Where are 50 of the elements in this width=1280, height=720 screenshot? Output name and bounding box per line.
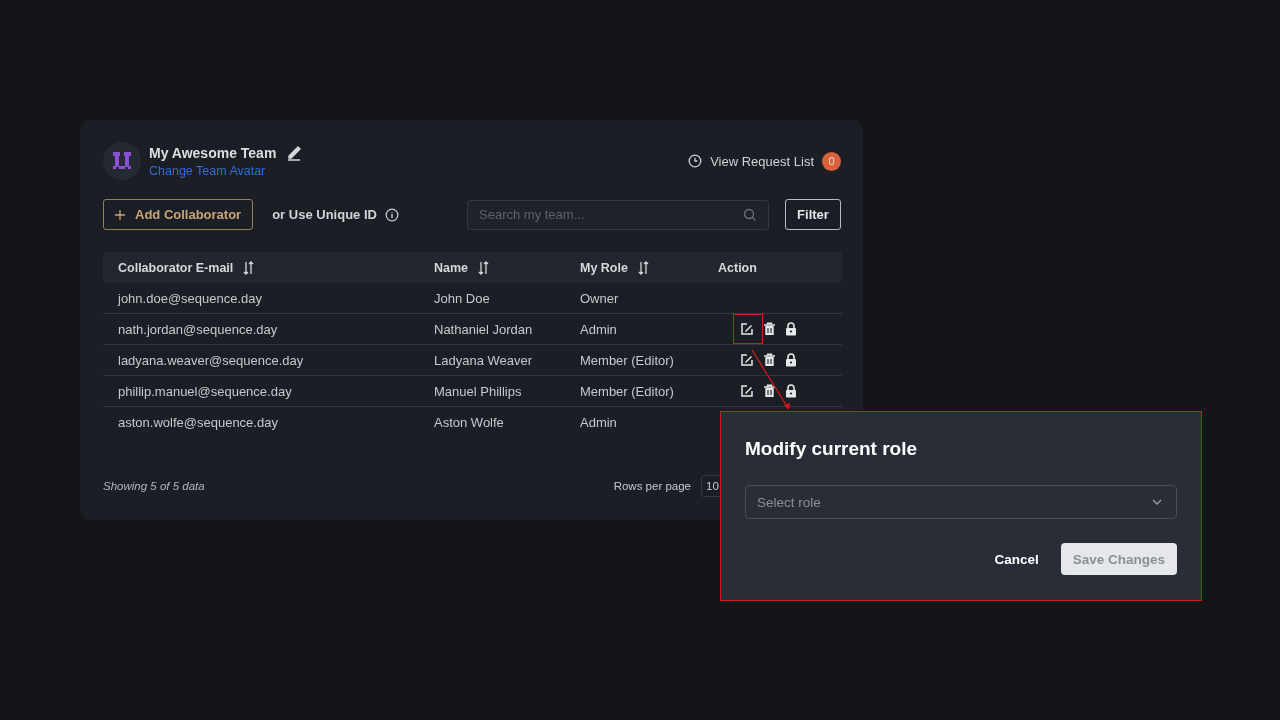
- lock-icon[interactable]: [785, 322, 797, 336]
- sort-icon[interactable]: [478, 260, 490, 275]
- edit-icon[interactable]: [740, 384, 754, 398]
- info-icon[interactable]: [384, 207, 399, 222]
- role-select[interactable]: Select role: [745, 485, 1177, 519]
- role-cell: Member (Editor): [580, 383, 674, 399]
- email-cell: ladyana.weaver@sequence.day: [118, 352, 304, 368]
- edit-icon[interactable]: [740, 322, 754, 336]
- team-avatar-icon[interactable]: [103, 142, 141, 180]
- column-header[interactable]: Name: [434, 260, 469, 275]
- plus-icon: [115, 209, 125, 220]
- view-request-list-link[interactable]: View Request List: [710, 153, 814, 169]
- name-cell: Nathaniel Jordan: [434, 321, 533, 337]
- email-cell: phillip.manuel@sequence.day: [118, 383, 292, 399]
- team-name: My Awesome Team: [149, 144, 277, 161]
- trash-icon[interactable]: [763, 384, 776, 398]
- lock-icon[interactable]: [785, 384, 797, 398]
- role-cell: Admin: [580, 414, 617, 430]
- sort-icon[interactable]: [243, 260, 255, 275]
- dialog-title: Modify current role: [745, 438, 919, 460]
- sort-icon[interactable]: [637, 260, 649, 275]
- name-cell: John Doe: [434, 290, 490, 306]
- trash-icon[interactable]: [763, 322, 776, 336]
- chevron-down-icon: [1152, 499, 1162, 505]
- column-header[interactable]: My Role: [580, 260, 628, 275]
- column-header[interactable]: Collaborator E-mail: [118, 260, 234, 275]
- name-cell: Aston Wolfe: [434, 414, 504, 430]
- rows-per-page-label: Rows per page: [613, 480, 691, 492]
- email-cell: nath.jordan@sequence.day: [118, 321, 278, 337]
- name-cell: Manuel Phillips: [434, 383, 522, 399]
- search-icon: [743, 207, 757, 222]
- role-cell: Member (Editor): [580, 352, 674, 368]
- filter-button[interactable]: Filter: [785, 199, 841, 230]
- role-cell: Owner: [580, 290, 619, 306]
- unique-id-label: or Use Unique ID: [272, 207, 377, 222]
- search-field[interactable]: Search my team...: [467, 199, 769, 230]
- cancel-button[interactable]: Cancel: [994, 551, 1039, 567]
- add-collaborator-button[interactable]: Add Collaborator: [103, 199, 254, 230]
- pencil-icon[interactable]: [286, 144, 303, 161]
- showing-count-text: Showing 5 of 5 data: [103, 480, 205, 492]
- column-header: Action: [718, 260, 757, 275]
- email-cell: aston.wolfe@sequence.day: [118, 414, 278, 430]
- email-cell: john.doe@sequence.day: [118, 290, 263, 306]
- trash-icon[interactable]: [763, 353, 776, 367]
- lock-icon[interactable]: [785, 353, 797, 367]
- request-count-badge: 0: [822, 151, 841, 171]
- name-cell: Ladyana Weaver: [434, 352, 533, 368]
- clock-icon: [688, 154, 703, 168]
- role-cell: Admin: [580, 321, 617, 337]
- edit-icon[interactable]: [740, 353, 754, 367]
